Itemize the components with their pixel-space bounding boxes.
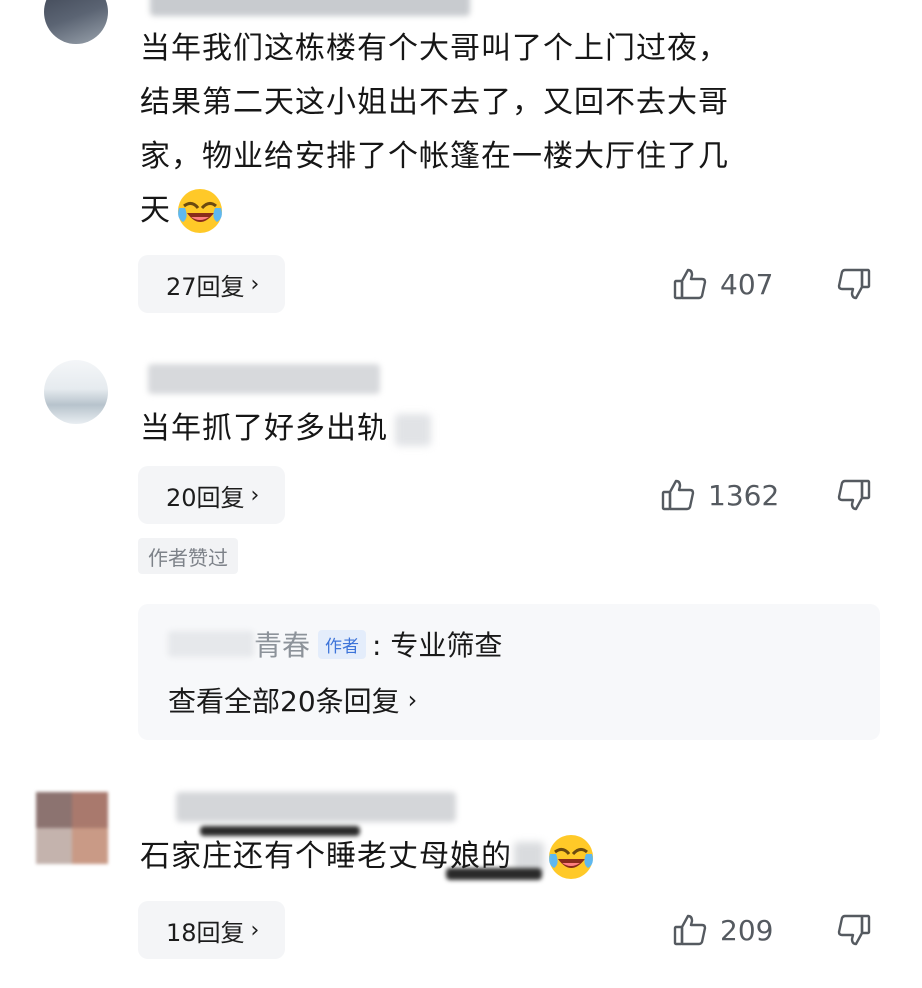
reply-preview-panel[interactable]: 青春 作者 : 专业筛查 查看全部20条回复 › [138, 604, 880, 740]
like-count: 209 [720, 913, 774, 947]
comment-line: 当年我们这栋楼有个大哥叫了个上门过夜， [140, 31, 729, 66]
view-replies-button[interactable]: 20回复 › [138, 466, 286, 524]
redaction-mark [395, 414, 431, 446]
view-replies-button[interactable]: 18回复 › [138, 901, 286, 959]
view-all-label: 查看全部20条回复 [168, 685, 400, 718]
username-redacted [148, 364, 380, 394]
reply-count-label: 20回复 [166, 483, 245, 512]
thumbs-down-icon[interactable] [836, 912, 872, 948]
like-button[interactable]: 407 [672, 264, 773, 304]
redaction-mark [446, 868, 542, 880]
thumbs-up-icon [672, 266, 708, 302]
laughing-crying-emoji-icon [546, 832, 596, 882]
author-tag: 作者 [318, 629, 367, 659]
comment-line: 天 [140, 193, 171, 228]
username-redacted [150, 0, 470, 16]
chevron-right-icon: › [250, 917, 260, 943]
reply-count-label: 18回复 [166, 918, 245, 947]
avatar[interactable] [36, 792, 108, 864]
thumbs-down-icon[interactable] [836, 266, 872, 302]
view-all-replies-link[interactable]: 查看全部20条回复 › [168, 680, 417, 720]
comment-line: 当年抓了好多出轨 [140, 411, 388, 446]
chevron-right-icon: › [407, 686, 418, 714]
avatar[interactable] [44, 360, 108, 424]
reply-text: : 专业筛查 [372, 629, 503, 662]
like-count: 407 [720, 267, 774, 301]
comment-text: 当年我们这栋楼有个大哥叫了个上门过夜， 结果第二天这小姐出不去了，又回不去大哥 … [140, 22, 880, 238]
avatar[interactable] [44, 0, 108, 44]
username-redacted [168, 631, 254, 657]
laughing-crying-emoji-icon [175, 186, 225, 236]
thumbs-down-icon[interactable] [836, 477, 872, 513]
thumbs-up-icon [660, 477, 696, 513]
chevron-right-icon: › [250, 271, 260, 297]
chevron-right-icon: › [250, 482, 260, 508]
thumbs-up-icon [672, 912, 708, 948]
reply-preview-line: 青春 作者 : 专业筛查 [168, 624, 502, 664]
author-liked-badge: 作者赞过 [138, 538, 238, 574]
comment-line: 结果第二天这小姐出不去了，又回不去大哥 [140, 85, 729, 120]
reply-username[interactable]: 青春 [254, 624, 310, 664]
like-button[interactable]: 209 [672, 910, 773, 950]
comment-text: 当年抓了好多出轨 [140, 402, 388, 456]
like-count: 1362 [708, 478, 780, 512]
username-redacted [176, 792, 456, 822]
like-button[interactable]: 1362 [660, 475, 779, 515]
reply-count-label: 27回复 [166, 272, 245, 301]
view-replies-button[interactable]: 27回复 › [138, 255, 286, 313]
comment-line: 家，物业给安排了个帐篷在一楼大厅住了几 [140, 139, 729, 174]
